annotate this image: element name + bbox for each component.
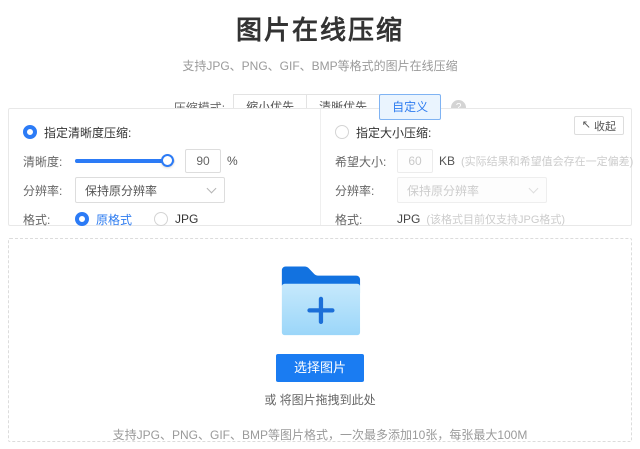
collapse-label: 收起 [594, 118, 616, 134]
size-format-value: JPG [397, 212, 420, 226]
resolution-select[interactable]: 保持原分辨率 [75, 177, 225, 203]
tab-custom[interactable]: 自定义 [379, 94, 441, 120]
size-radio-label: 指定大小压缩: [356, 124, 431, 141]
format-original-label: 原格式 [96, 211, 132, 228]
size-resolution-select[interactable]: 保持原分辨率 [397, 177, 547, 203]
format-jpg-label: JPG [175, 212, 198, 226]
desired-size-input[interactable] [397, 149, 433, 173]
chevron-down-icon [207, 183, 217, 193]
clarity-panel: 指定清晰度压缩: 清晰度: % 分辨率: 保持原分辨率 [9, 109, 320, 225]
clarity-input[interactable] [185, 149, 221, 173]
page-subtitle: 支持JPG、PNG、GIF、BMP等格式的图片在线压缩 [0, 57, 640, 74]
collapse-button[interactable]: ↖ 收起 [574, 116, 624, 135]
format-jpg-radio[interactable] [154, 212, 168, 226]
size-format-label: 格式: [335, 211, 397, 228]
desired-size-hint: (实际结果和希望值会存在一定偏差) [461, 153, 633, 169]
size-resolution-value: 保持原分辨率 [407, 182, 479, 199]
settings-panel: 指定清晰度压缩: 清晰度: % 分辨率: 保持原分辨率 [8, 108, 632, 226]
slider-handle[interactable] [161, 154, 174, 167]
desired-size-label: 希望大小: [335, 153, 397, 170]
arrow-up-left-icon: ↖ [582, 120, 591, 131]
upload-dropzone[interactable]: 选择图片 或 将图片拖拽到此处 支持JPG、PNG、GIF、BMP等图片格式，一… [8, 238, 632, 442]
size-panel: ↖ 收起 指定大小压缩: 希望大小: KB (实际结果和希望值会存在一定偏差) … [320, 109, 631, 225]
clarity-radio-label: 指定清晰度压缩: [44, 124, 131, 141]
resolution-value: 保持原分辨率 [85, 182, 157, 199]
clarity-label: 清晰度: [23, 153, 75, 170]
size-format-hint: (该格式目前仅支持JPG格式) [426, 211, 565, 227]
format-option-jpg[interactable]: JPG [154, 212, 198, 226]
slider-fill [75, 159, 165, 163]
upload-note: 支持JPG、PNG、GIF、BMP等图片格式，一次最多添加10张，每张最大100… [9, 426, 631, 443]
clarity-unit: % [227, 154, 238, 168]
resolution-label: 分辨率: [23, 182, 75, 199]
format-original-radio[interactable] [75, 212, 89, 226]
page-title: 图片在线压缩 [0, 0, 640, 47]
format-option-original[interactable]: 原格式 [75, 211, 132, 228]
size-radio[interactable] [335, 125, 349, 139]
folder-plus-icon [274, 257, 366, 344]
drag-hint: 或 将图片拖拽到此处 [9, 391, 631, 408]
desired-size-unit: KB [439, 154, 455, 168]
clarity-radio[interactable] [23, 125, 37, 139]
format-label: 格式: [23, 211, 75, 228]
size-resolution-label: 分辨率: [335, 182, 397, 199]
image-compress-page: 图片在线压缩 支持JPG、PNG、GIF、BMP等格式的图片在线压缩 压缩模式:… [0, 0, 640, 449]
choose-images-button[interactable]: 选择图片 [276, 354, 364, 382]
clarity-slider[interactable] [75, 154, 175, 168]
chevron-down-icon [529, 183, 539, 193]
